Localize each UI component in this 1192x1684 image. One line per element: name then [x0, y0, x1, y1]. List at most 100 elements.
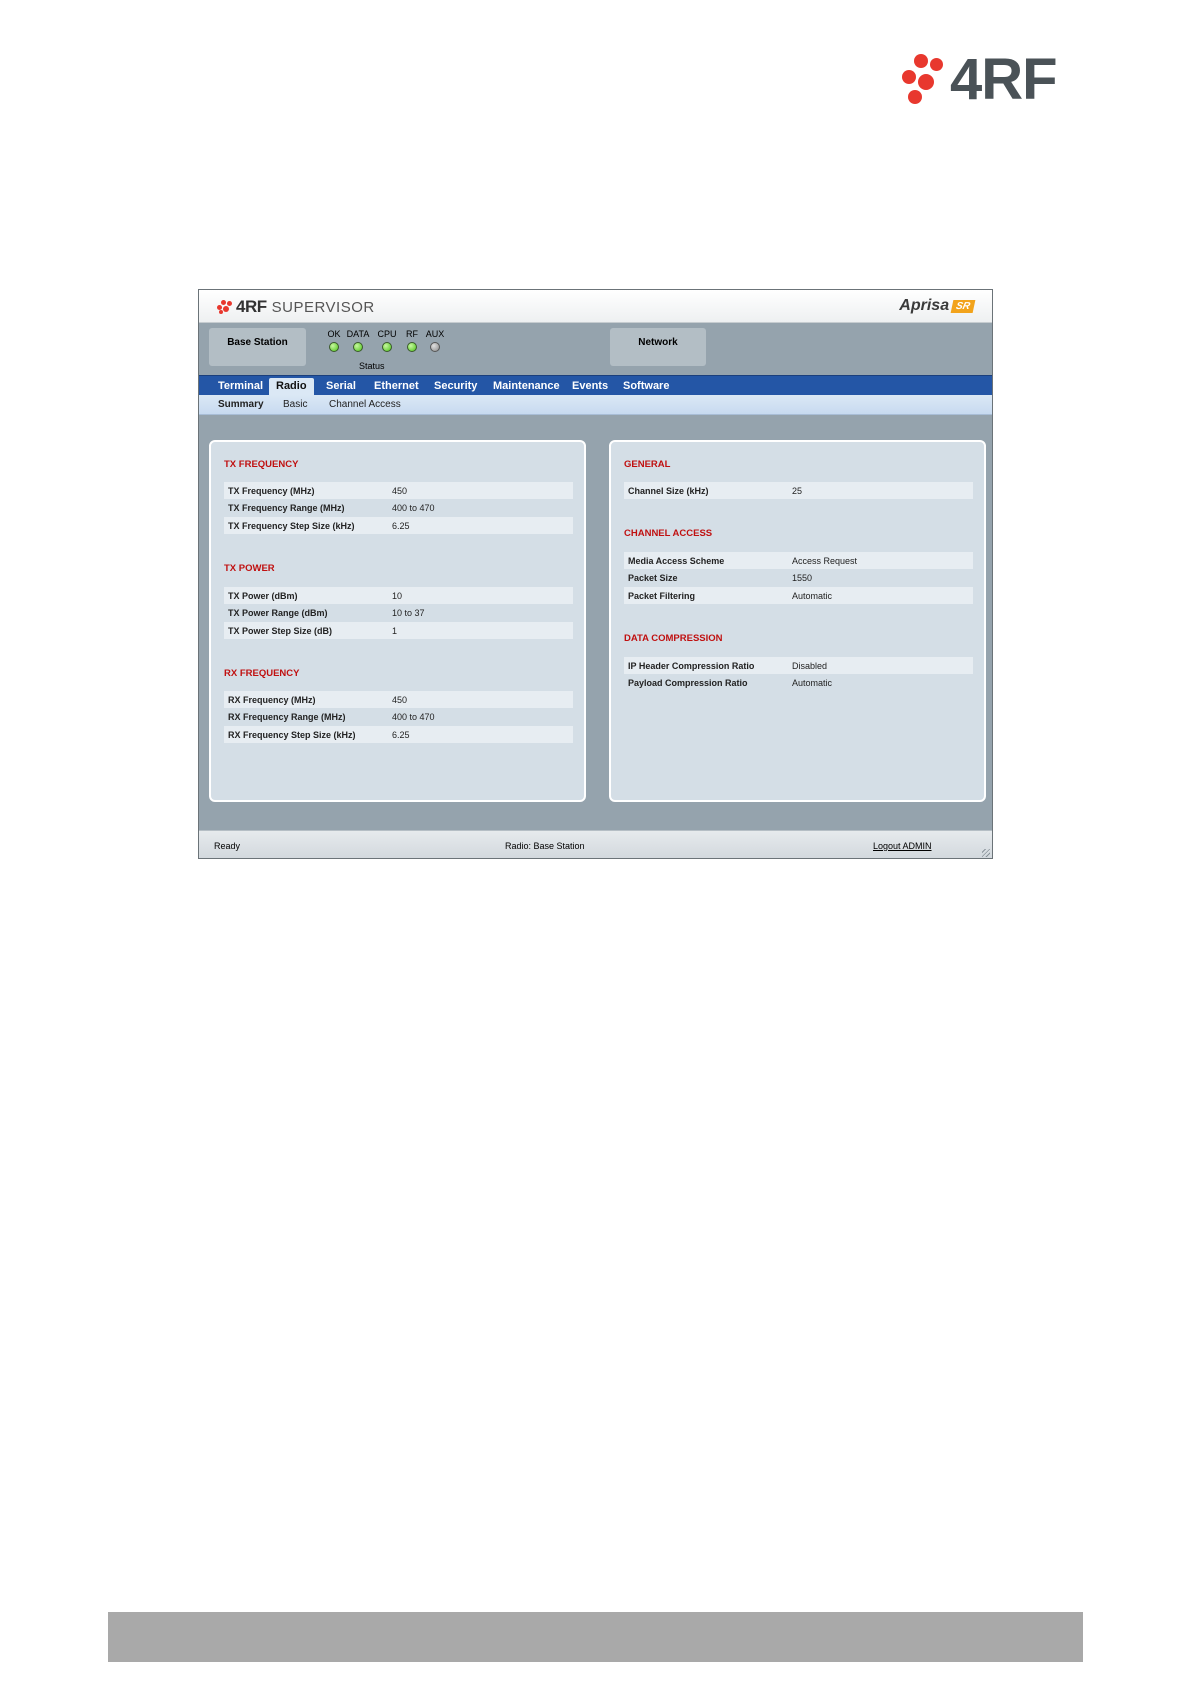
subtab-channel-access[interactable]: Channel Access [329, 399, 401, 410]
channel-access-title: CHANNEL ACCESS [624, 528, 713, 539]
row-label: Packet Size [628, 572, 678, 583]
status-text: Ready [214, 841, 241, 851]
network-button[interactable]: Network [610, 328, 706, 366]
device-badge: SR [950, 299, 976, 313]
data-compression-title: DATA COMPRESSION [624, 633, 723, 644]
row-value: Automatic [792, 677, 833, 688]
logout-link[interactable]: Logout ADMIN [873, 841, 932, 851]
led-data: DATA [343, 329, 373, 352]
subtab-basic[interactable]: Basic [283, 399, 307, 410]
table-row: RX Frequency (MHz) 450 [224, 691, 573, 708]
subtab-summary[interactable]: Summary [218, 399, 264, 410]
row-label: Payload Compression Ratio [628, 677, 748, 688]
row-label: TX Power Range (dBm) [228, 607, 328, 618]
row-value: Access Request [792, 555, 858, 566]
row-label: RX Frequency Step Size (kHz) [228, 729, 356, 740]
device-name: Aprisa [899, 297, 950, 314]
status-strip: Base Station OK DATA CPU RF AUX Status N… [199, 323, 992, 371]
row-label: TX Power Step Size (dB) [228, 625, 333, 636]
row-label: TX Frequency Range (MHz) [228, 502, 345, 513]
app-product: SUPERVISOR [271, 298, 375, 316]
table-row: RX Frequency Step Size (kHz) 6.25 [224, 726, 573, 743]
row-value: 6.25 [392, 729, 410, 740]
tab-maintenance[interactable]: Maintenance [486, 378, 567, 396]
led-label: OK [327, 329, 341, 339]
sub-tabs: Summary Basic Channel Access [199, 395, 992, 415]
row-value: 450 [392, 485, 408, 496]
led-aux-icon [430, 342, 440, 352]
row-label: TX Frequency Step Size (kHz) [228, 520, 355, 531]
table-row: TX Frequency Range (MHz) 400 to 470 [224, 499, 573, 516]
status-caption: Status [359, 361, 385, 371]
row-label: Packet Filtering [628, 590, 696, 601]
row-label: TX Power (dBm) [228, 590, 298, 601]
table-row: Packet Filtering Automatic [624, 587, 973, 604]
logo-dots-icon [900, 54, 946, 106]
table-row: TX Frequency (MHz) 450 [224, 482, 573, 499]
row-label: RX Frequency Range (MHz) [228, 711, 346, 722]
led-cpu-icon [382, 342, 392, 352]
led-ok-icon [329, 342, 339, 352]
row-value: 6.25 [392, 520, 410, 531]
tx-frequency-title: TX FREQUENCY [224, 459, 299, 470]
table-row: Payload Compression Ratio Automatic [624, 674, 973, 691]
tab-software[interactable]: Software [616, 378, 676, 396]
row-value: Automatic [792, 590, 833, 601]
led-aux: AUX [420, 329, 450, 352]
page-logo: 4RF [900, 47, 1080, 112]
tab-ethernet[interactable]: Ethernet [367, 378, 426, 396]
row-label: RX Frequency (MHz) [228, 694, 316, 705]
row-label: IP Header Compression Ratio [628, 660, 755, 671]
page-logo-text: 4RF [950, 47, 1058, 112]
table-row: TX Power Range (dBm) 10 to 37 [224, 604, 573, 621]
rx-frequency-title: RX FREQUENCY [224, 668, 300, 679]
page-footer-bar [108, 1612, 1083, 1662]
row-value: 10 to 37 [392, 607, 425, 618]
led-data-icon [353, 342, 363, 352]
led-label: RF [406, 329, 418, 339]
tab-terminal[interactable]: Terminal [211, 378, 270, 396]
table-row: TX Power (dBm) 10 [224, 587, 573, 604]
row-value: 400 to 470 [392, 711, 435, 722]
led-rf-icon [407, 342, 417, 352]
row-value: 450 [392, 694, 408, 705]
table-row: RX Frequency Range (MHz) 400 to 470 [224, 708, 573, 725]
radio-name: Radio: Base Station [505, 841, 585, 851]
led-label: DATA [346, 329, 370, 339]
supervisor-logo: 4RF SUPERVISOR [217, 297, 375, 317]
resize-grip-icon[interactable] [982, 849, 990, 857]
row-value: 1 [392, 625, 398, 636]
row-value: 10 [392, 590, 403, 601]
tx-power-title: TX POWER [224, 563, 275, 574]
row-value: 25 [792, 485, 803, 496]
brand-mark-icon [217, 300, 233, 314]
radio-summary-left-panel: TX FREQUENCY TX Frequency (MHz) 450 TX F… [209, 440, 586, 802]
app-header: 4RF SUPERVISOR Aprisa SR [199, 290, 992, 323]
row-label: TX Frequency (MHz) [228, 485, 315, 496]
app-brand: 4RF [236, 297, 267, 316]
row-value: Disabled [792, 660, 828, 671]
table-row: Media Access Scheme Access Request [624, 552, 973, 569]
tab-serial[interactable]: Serial [319, 378, 363, 396]
row-value: 1550 [792, 572, 813, 583]
led-label: AUX [425, 329, 445, 339]
table-row: Packet Size 1550 [624, 569, 973, 586]
row-label: Media Access Scheme [628, 555, 725, 566]
row-label: Channel Size (kHz) [628, 485, 709, 496]
table-row: TX Frequency Step Size (kHz) 6.25 [224, 517, 573, 534]
device-logo: Aprisa SR [899, 297, 976, 315]
status-bar: Ready Radio: Base Station Logout ADMIN [199, 830, 992, 858]
radio-summary-right-panel: GENERAL Channel Size (kHz) 25 CHANNEL AC… [609, 440, 986, 802]
general-title: GENERAL [624, 459, 671, 470]
row-value: 400 to 470 [392, 502, 435, 513]
table-row: IP Header Compression Ratio Disabled [624, 657, 973, 674]
tab-radio[interactable]: Radio [269, 378, 314, 396]
tab-events[interactable]: Events [565, 378, 615, 396]
led-label: CPU [377, 329, 397, 339]
table-row: Channel Size (kHz) 25 [624, 482, 973, 499]
main-tabs: Terminal Radio Serial Ethernet Security … [199, 375, 992, 396]
tab-security[interactable]: Security [427, 378, 484, 396]
supervisor-window: 4RF SUPERVISOR Aprisa SR Base Station OK… [198, 289, 993, 859]
table-row: TX Power Step Size (dB) 1 [224, 622, 573, 639]
base-station-button[interactable]: Base Station [209, 328, 306, 366]
